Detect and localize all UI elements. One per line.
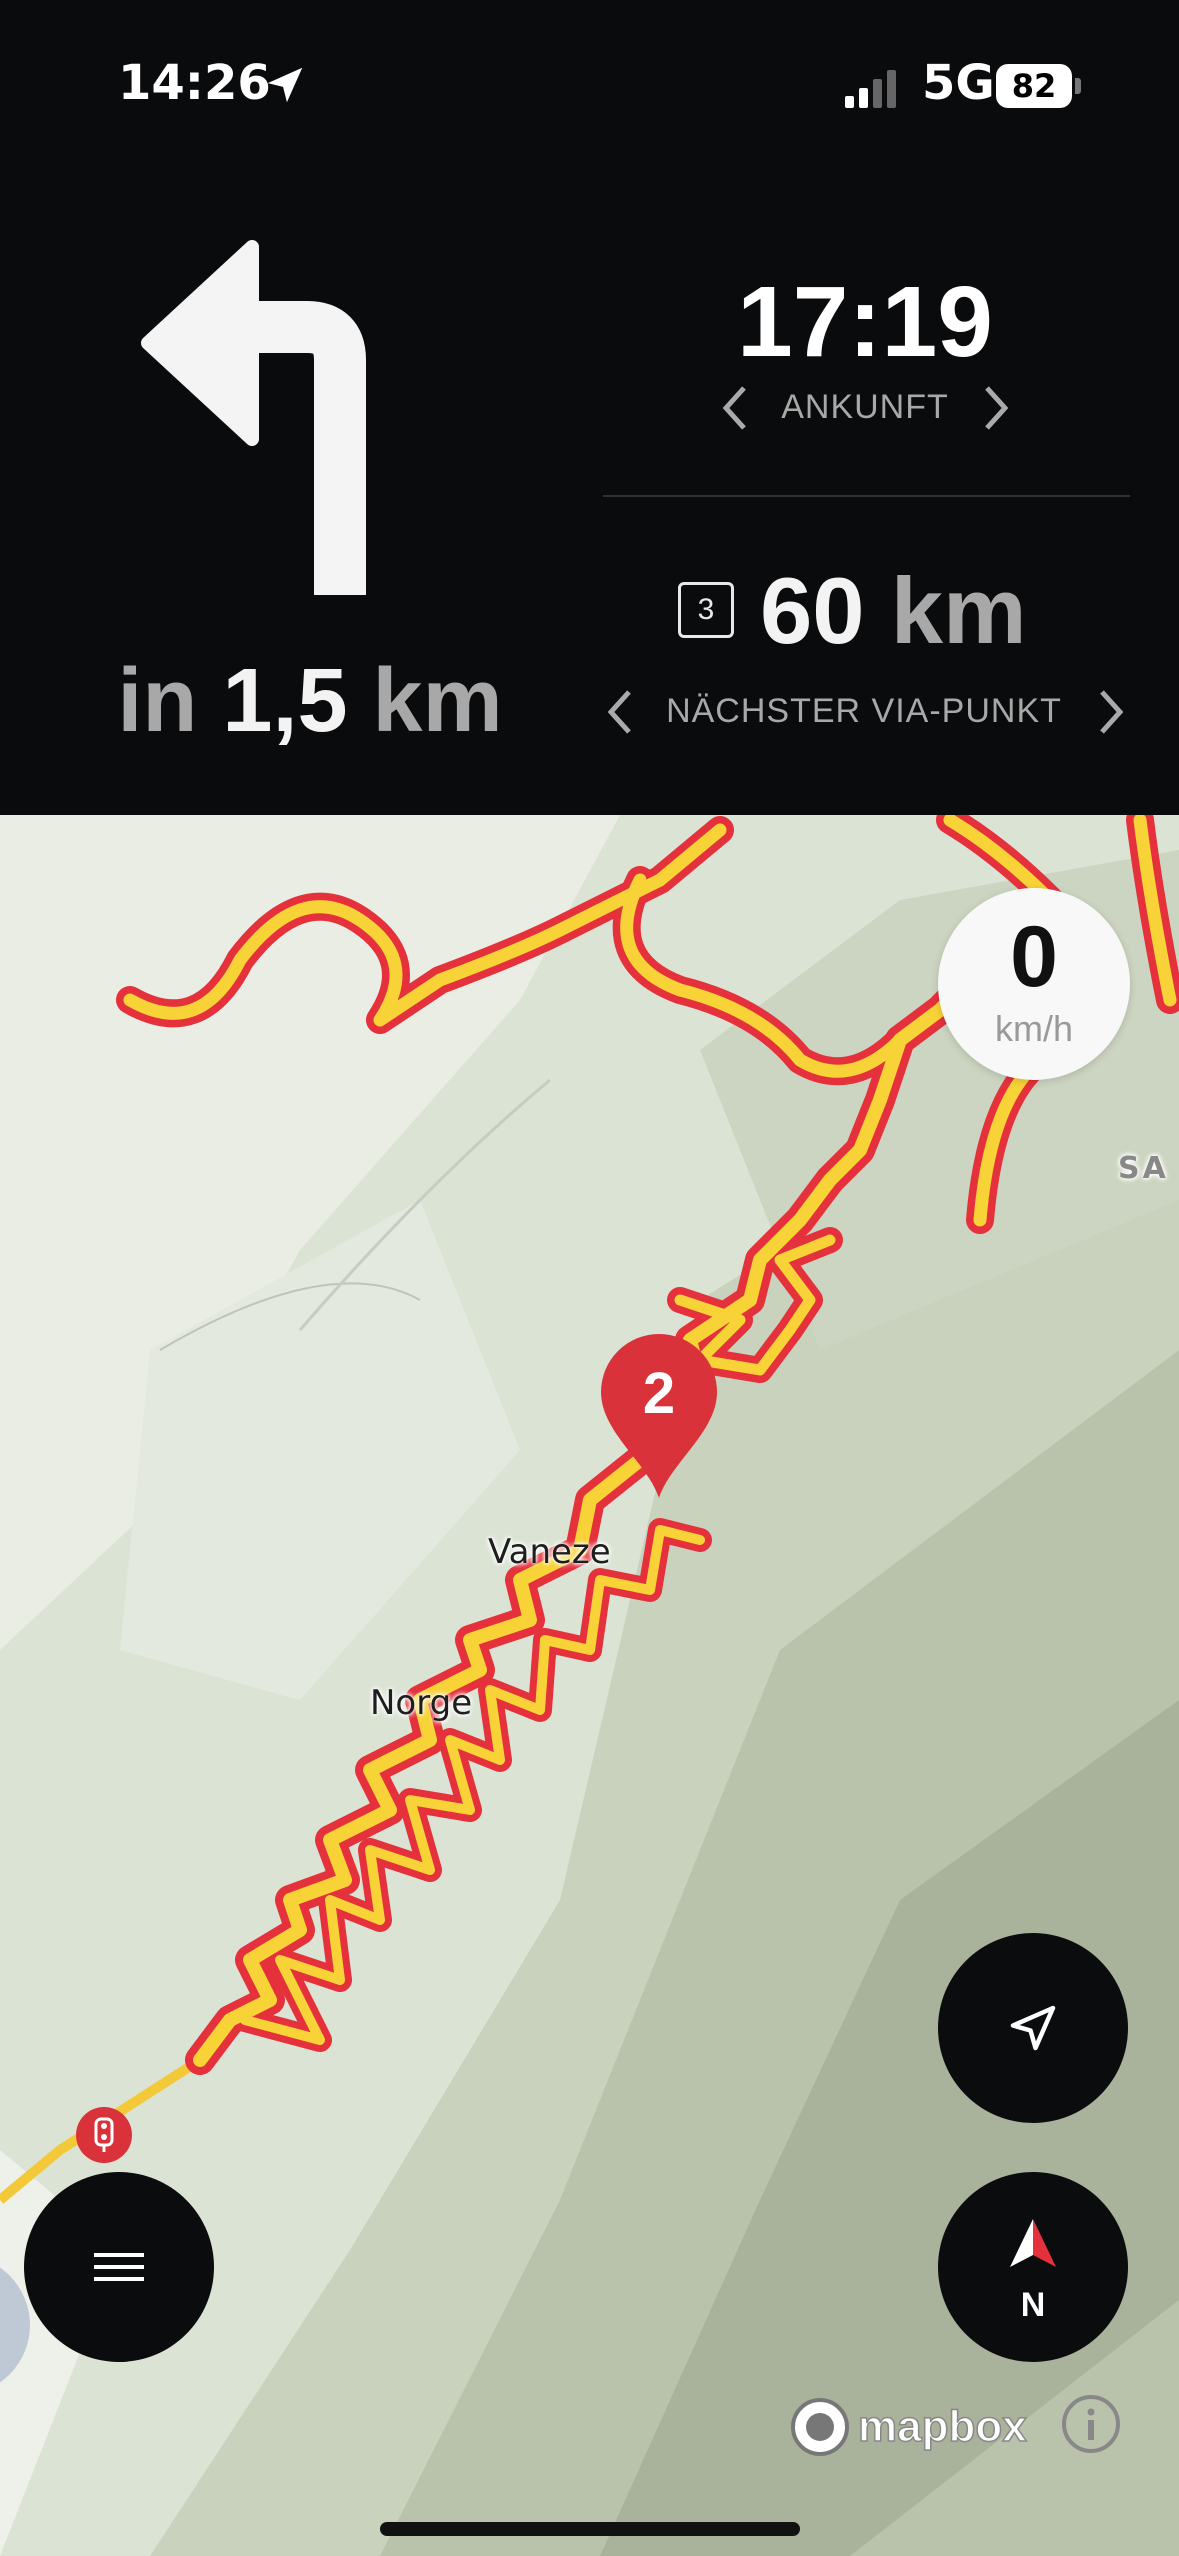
arrival-label: ANKUNFT xyxy=(781,388,949,426)
via-distance-unit: km xyxy=(890,558,1027,663)
navigation-panel: 14:26 5G 82 in 1,5 km 17:19 ANKUNFT 3 60… xyxy=(0,0,1179,815)
battery-percent: 82 xyxy=(1011,67,1057,105)
chevron-right-icon xyxy=(985,386,1009,430)
recenter-button[interactable] xyxy=(938,1933,1128,2123)
distance-unit: km xyxy=(372,651,503,751)
waypoint-number: 2 xyxy=(642,1361,676,1426)
chevron-left-icon xyxy=(722,386,746,430)
arrival-next-button[interactable] xyxy=(975,378,1019,438)
speed-unit: km/h xyxy=(994,1008,1073,1049)
divider xyxy=(603,495,1130,497)
recenter-arrow-icon xyxy=(1010,2005,1056,2051)
map-view[interactable]: Vaneze Norge SA 2 0 km/h N mapbox xyxy=(0,815,1179,2556)
place-label-norge: Norge xyxy=(370,1683,473,1723)
traffic-light-icon[interactable] xyxy=(76,2107,132,2163)
waypoint-marker[interactable]: 2 xyxy=(597,1332,721,1502)
battery-tip xyxy=(1075,78,1081,94)
network-label: 5G xyxy=(922,55,995,111)
distance-prefix: in xyxy=(117,651,198,751)
mapbox-attribution[interactable]: mapbox xyxy=(790,2395,1027,2459)
speed-value: 0 xyxy=(1010,909,1058,1005)
compass-icon xyxy=(1010,2219,1056,2267)
traffic-light-glyph-icon xyxy=(94,2117,114,2152)
info-button[interactable] xyxy=(1060,2393,1122,2455)
arrival-prev-button[interactable] xyxy=(712,378,756,438)
place-label-partial: SA xyxy=(1118,1151,1169,1186)
via-distance-value: 60 xyxy=(760,558,865,663)
maneuver-distance: in 1,5 km xyxy=(0,650,620,753)
compass-button[interactable]: N xyxy=(938,2172,1128,2362)
arrival-time: 17:19 xyxy=(737,266,993,378)
speed-indicator: 0 km/h xyxy=(938,888,1130,1080)
menu-icon xyxy=(94,2253,144,2281)
mapbox-logo-icon xyxy=(791,2398,849,2456)
home-indicator[interactable] xyxy=(380,2522,800,2536)
distance-value: 1,5 xyxy=(222,651,348,751)
location-arrow-icon xyxy=(267,67,303,103)
menu-button[interactable] xyxy=(24,2172,214,2362)
signal-bars-icon xyxy=(845,70,896,108)
chevron-right-icon xyxy=(1100,690,1124,734)
info-icon xyxy=(1062,2395,1120,2453)
battery-icon: 82 xyxy=(996,64,1072,108)
attribution-text: mapbox xyxy=(857,2401,1027,2452)
compass-label: N xyxy=(1020,2286,1046,2324)
via-next-button[interactable] xyxy=(1090,682,1134,742)
place-label-vaneze: Vaneze xyxy=(488,1532,611,1572)
chevron-left-icon xyxy=(607,690,631,734)
status-time: 14:26 xyxy=(118,55,271,111)
via-distance: 60 km xyxy=(760,557,1027,665)
via-label: NÄCHSTER VIA-PUNKT xyxy=(666,692,1062,730)
via-badge: 3 xyxy=(678,582,734,638)
via-prev-button[interactable] xyxy=(597,682,641,742)
turn-left-arrow-icon xyxy=(141,240,366,595)
